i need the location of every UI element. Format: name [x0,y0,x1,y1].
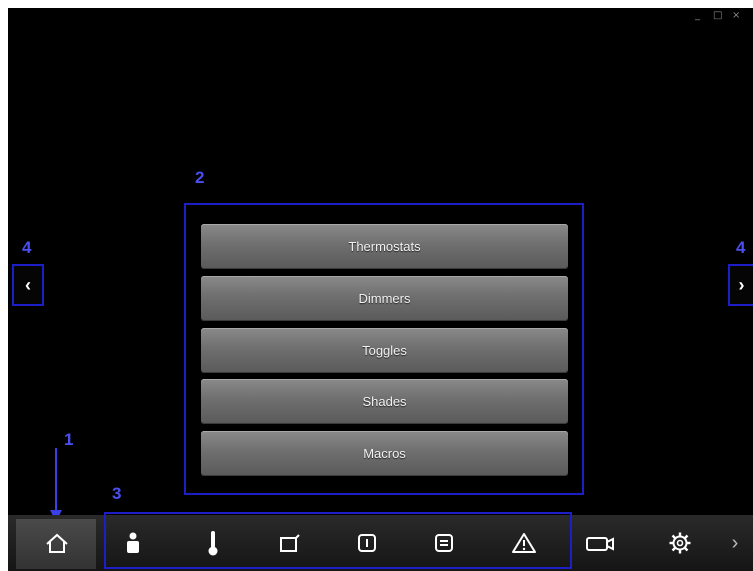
shades-button[interactable]: Shades [201,379,568,424]
warning-icon[interactable] [509,528,539,558]
maximize-icon[interactable]: □ [713,10,722,22]
shade-icon[interactable] [275,528,305,558]
dimmers-button[interactable]: Dimmers [201,276,568,321]
thermometer-icon[interactable] [198,528,228,558]
home-icon[interactable] [42,528,72,558]
chevron-right-icon[interactable]: › [724,528,746,558]
previous-page-button[interactable]: ‹ [12,264,44,306]
toolbar-annotation-box [104,512,572,569]
annotation-number-1: 1 [64,430,74,449]
gear-icon[interactable] [665,528,695,558]
annotation-number-2: 2 [195,168,205,187]
annotation-number-4-left: 4 [22,238,32,257]
annotation-number-3: 3 [112,484,122,503]
minimize-icon[interactable]: _ [695,10,700,22]
toggle-icon[interactable] [352,528,382,558]
next-page-button[interactable]: › [728,264,753,306]
annotation-arrow [50,448,62,522]
macros-button[interactable]: Macros [201,431,568,476]
toggles-button[interactable]: Toggles [201,328,568,373]
camera-icon[interactable] [585,528,615,558]
thermostats-button[interactable]: Thermostats [201,224,568,269]
macro-icon[interactable] [429,528,459,558]
person-icon[interactable] [118,528,148,558]
close-icon[interactable]: × [732,10,740,22]
annotation-number-4-right: 4 [736,238,746,257]
